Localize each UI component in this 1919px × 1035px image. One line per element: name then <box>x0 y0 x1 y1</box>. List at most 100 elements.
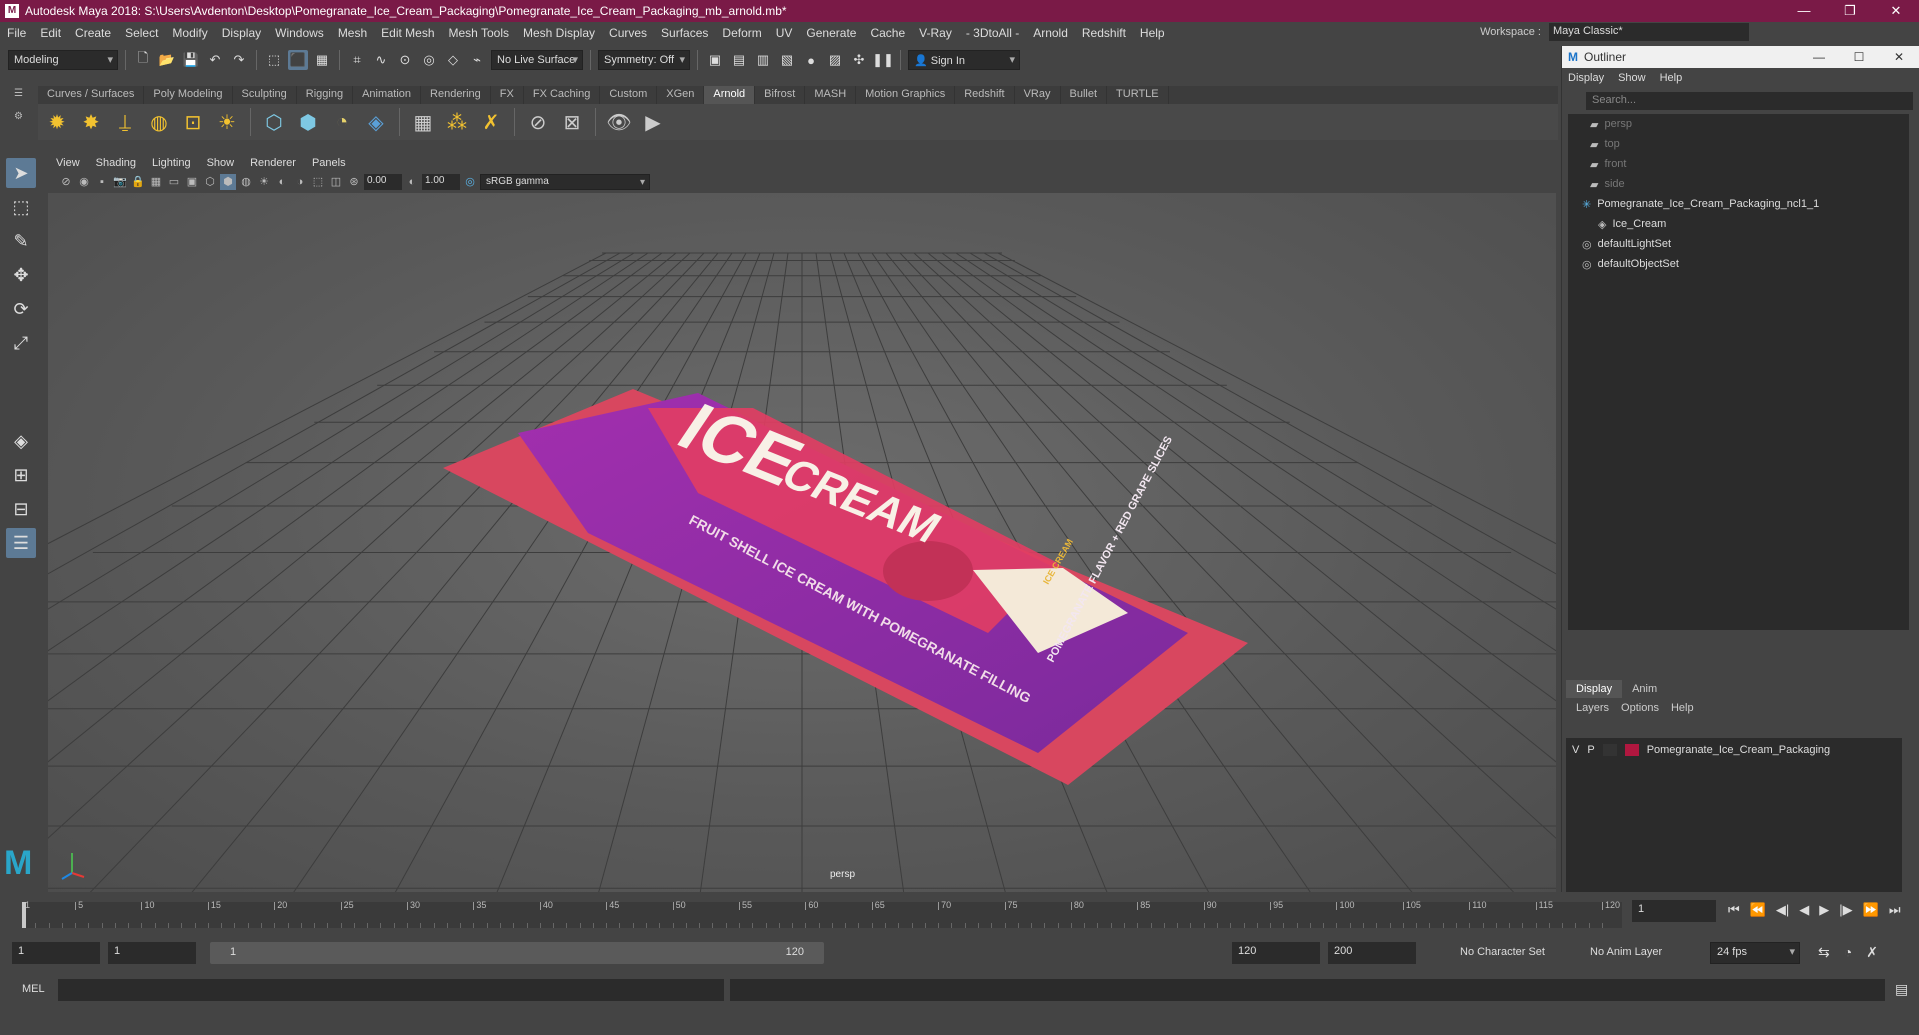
shelf-tab-mash[interactable]: MASH <box>805 86 857 104</box>
go-to-end-icon[interactable]: ⏭ <box>1889 902 1901 918</box>
film-gate-icon[interactable]: ▭ <box>166 174 182 190</box>
shelf-tab-poly-modeling[interactable]: Poly Modeling <box>144 86 233 104</box>
outliner-item[interactable]: ◎ defaultLightSet <box>1568 234 1909 254</box>
outliner-close-button[interactable]: ✕ <box>1879 50 1919 64</box>
select-object-icon[interactable]: ⬛ <box>288 50 308 70</box>
sign-in-button[interactable]: 👤 Sign In <box>908 50 1020 70</box>
select-hierarchy-icon[interactable]: ⬚ <box>264 50 284 70</box>
step-forward-frame-icon[interactable]: |▶ <box>1839 902 1852 918</box>
close-button[interactable]: ✕ <box>1873 3 1919 19</box>
render-frame-icon[interactable]: ▤ <box>729 50 749 70</box>
outliner-search-input[interactable]: Search... <box>1586 92 1913 110</box>
shelf-tab-vray[interactable]: VRay <box>1015 86 1061 104</box>
layer-color-swatch[interactable] <box>1624 744 1639 756</box>
outliner-layout-icon[interactable]: ☰ <box>6 528 36 558</box>
menu-item-file[interactable]: File <box>0 26 33 40</box>
resolution-gate-icon[interactable]: ▣ <box>184 174 200 190</box>
shelf-tab-curves-surfaces[interactable]: Curves / Surfaces <box>38 86 145 104</box>
camera-icon[interactable]: 📷 <box>112 174 128 190</box>
layer-tab-display[interactable]: Display <box>1566 680 1623 698</box>
start-time-field[interactable]: 1 <box>12 942 100 964</box>
lighting-icon[interactable]: ☀ <box>256 174 272 190</box>
play-render-icon[interactable]: ▶ <box>639 108 667 136</box>
outliner-item[interactable]: ✳ Pomegranate_Ice_Cream_Packaging_ncl1_1 <box>1568 194 1909 214</box>
mesh-light-icon[interactable]: ✸ <box>77 108 105 136</box>
physical-sky-icon[interactable]: ☀ <box>213 108 241 136</box>
current-frame-field[interactable]: 1 <box>1632 900 1716 922</box>
open-scene-icon[interactable]: 📂 <box>157 50 177 70</box>
outliner-maximize-button[interactable]: ☐ <box>1839 50 1879 64</box>
shelf-gear-icon[interactable]: ⚙ <box>8 101 38 132</box>
anim-end-field[interactable]: 120 <box>1232 942 1320 964</box>
snap-view-icon[interactable]: ◎ <box>419 50 439 70</box>
flush-cache-icon[interactable]: ⊘ <box>524 108 552 136</box>
shelf-tab-motion-graphics[interactable]: Motion Graphics <box>856 86 956 104</box>
scale-tool-icon[interactable]: ⤢ <box>6 328 36 358</box>
outliner-item[interactable]: ▰ side <box>1568 174 1909 194</box>
step-back-key-icon[interactable]: ⏪ <box>1750 902 1766 918</box>
menu-item-edit[interactable]: Edit <box>33 26 68 40</box>
outliner-item[interactable]: ◈ Ice_Cream <box>1568 214 1909 234</box>
outliner-item[interactable]: ▰ front <box>1568 154 1909 174</box>
outliner-menu-show[interactable]: Show <box>1618 72 1646 84</box>
layer-tab-anim[interactable]: Anim <box>1622 680 1667 698</box>
menu-item-create[interactable]: Create <box>68 26 118 40</box>
arnold-render-icon[interactable]: ▨ <box>825 50 845 70</box>
colorspace-dropdown[interactable]: sRGB gamma <box>480 174 650 190</box>
outliner-item[interactable]: ◎ defaultObjectSet <box>1568 254 1909 274</box>
area-light-icon[interactable]: ✹ <box>43 108 71 136</box>
layer-name[interactable]: Pomegranate_Ice_Cream_Packaging <box>1647 744 1830 756</box>
outliner-menu-display[interactable]: Display <box>1568 72 1604 84</box>
render-settings-icon[interactable]: ▧ <box>777 50 797 70</box>
snap-grid-icon[interactable]: ⌗ <box>347 50 367 70</box>
layer-playback-toggle[interactable]: P <box>1587 744 1594 756</box>
time-ruler[interactable]: 1 5 10 15 20 25 30 35 40 45 50 55 60 65 70 75 80 85 90 95 10… <box>22 900 1622 928</box>
range-slider[interactable]: 1 120 <box>210 942 824 964</box>
redo-icon[interactable]: ↷ <box>229 50 249 70</box>
flush-textures-icon[interactable]: ⊠ <box>558 108 586 136</box>
lock-camera-icon[interactable]: 🔒 <box>130 174 146 190</box>
shelf-tab-custom[interactable]: Custom <box>600 86 658 104</box>
menu-item-help[interactable]: Help <box>1133 26 1172 40</box>
menu-item-deform[interactable]: Deform <box>715 26 768 40</box>
menu-item-edit-mesh[interactable]: Edit Mesh <box>374 26 441 40</box>
ipr-render-icon[interactable]: ▥ <box>753 50 773 70</box>
command-input[interactable] <box>58 979 724 1001</box>
shelf-tab-arnold[interactable]: Arnold <box>704 86 756 104</box>
shelf-tab-sculpting[interactable]: Sculpting <box>233 86 297 104</box>
menu-item-mesh[interactable]: Mesh <box>331 26 374 40</box>
snap-curve-icon[interactable]: ∿ <box>371 50 391 70</box>
pause-icon[interactable]: ❚❚ <box>872 50 894 70</box>
shelf-tab-bullet[interactable]: Bullet <box>1061 86 1108 104</box>
stand-in-icon[interactable]: ⬡ <box>260 108 288 136</box>
menu-item-v-ray[interactable]: V-Ray <box>912 26 959 40</box>
layer-type-box[interactable] <box>1602 744 1617 756</box>
select-component-icon[interactable]: ▦ <box>312 50 332 70</box>
menu-item-surfaces[interactable]: Surfaces <box>654 26 715 40</box>
textured-icon[interactable]: ◍ <box>238 174 254 190</box>
export-stand-in-icon[interactable]: ⬢ <box>294 108 322 136</box>
shelf-tab-bifrost[interactable]: Bifrost <box>755 86 806 104</box>
photometric-light-icon[interactable]: ⍊ <box>111 108 139 136</box>
outliner-item[interactable]: ▰ persp <box>1568 114 1909 134</box>
light-manager-icon[interactable]: ⁂ <box>443 108 471 136</box>
shelf-tab-xgen[interactable]: XGen <box>657 86 705 104</box>
play-forwards-icon[interactable]: ▶ <box>1819 902 1829 918</box>
light-editor-icon[interactable]: ✗ <box>477 108 505 136</box>
menu-item-select[interactable]: Select <box>118 26 165 40</box>
shelf-tab-fx-caching[interactable]: FX Caching <box>524 86 601 104</box>
wireframe-icon[interactable]: ⬡ <box>202 174 218 190</box>
outliner-menu-help[interactable]: Help <box>1660 72 1683 84</box>
menu-item-mesh-display[interactable]: Mesh Display <box>516 26 602 40</box>
xray-icon[interactable]: ◑ <box>292 174 308 190</box>
step-forward-key-icon[interactable]: ⏩ <box>1863 902 1879 918</box>
layer-menu-layers[interactable]: Layers <box>1576 702 1609 714</box>
menu-item-mesh-tools[interactable]: Mesh Tools <box>442 26 516 40</box>
color-management-icon[interactable]: ◎ <box>462 174 478 190</box>
select-tool-icon[interactable]: ➤ <box>6 158 36 188</box>
skydome-light-icon[interactable]: ◍ <box>145 108 173 136</box>
viewport-menu-panels[interactable]: Panels <box>304 157 354 169</box>
mel-label[interactable]: MEL <box>22 983 45 995</box>
menu-item-redshift[interactable]: Redshift <box>1075 26 1133 40</box>
menu-item-3dtoall[interactable]: - 3DtoAll - <box>959 26 1026 40</box>
